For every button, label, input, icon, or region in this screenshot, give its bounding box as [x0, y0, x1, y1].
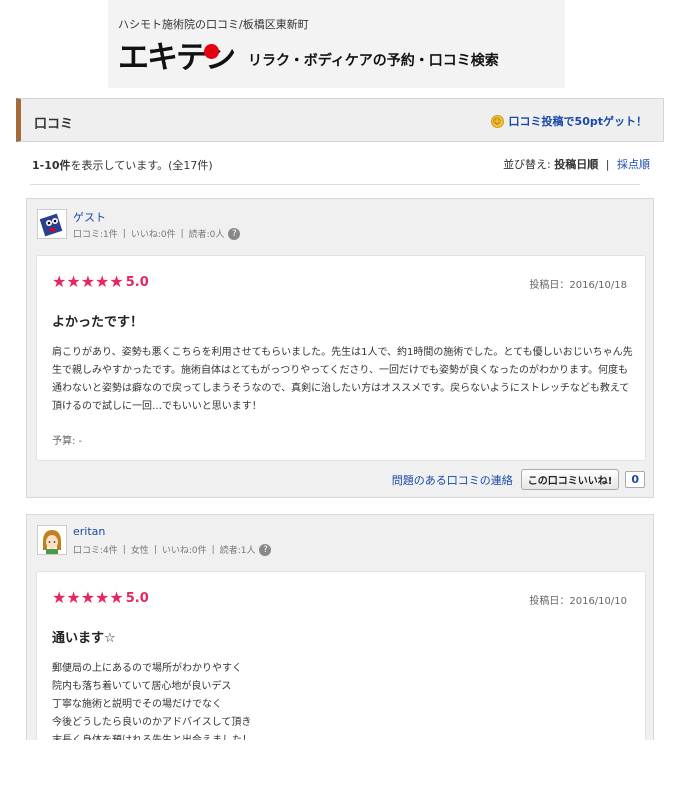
review-item: eritan 口コミ:4件 | 女性 | いいね:0件 | 読者:1人 ? ★ … [26, 514, 654, 740]
review-actions: 問題のある口コミの連絡 この口コミいいね! 0 [392, 469, 645, 490]
user-gender: 女性 [130, 546, 149, 556]
user-review-count: 口コミ:1件 [73, 230, 118, 240]
result-range: 1-10件 [32, 159, 71, 172]
sort-by-date[interactable]: 投稿日順 [554, 158, 598, 171]
user-name[interactable]: ゲスト [73, 209, 106, 225]
user-like-count: いいね:0件 [161, 546, 207, 556]
review-body-line: 末長く身体を預けれる先生と出会えました！ [52, 732, 637, 740]
review-title[interactable]: 通います☆ [52, 627, 116, 646]
post-date: 投稿日：2016/10/18 [529, 280, 627, 291]
review-body: 肩こりがあり、姿勢も悪くこちらを利用させてもらいました。先生は1人で、約1時間の… [52, 347, 633, 412]
reviews-section-header: 口コミ ☺ 口コミ投稿で50ptゲット！ [16, 98, 664, 142]
meta-divider: | [211, 544, 215, 555]
like-review-button[interactable]: この口コミいいね! [520, 469, 620, 490]
meta-divider: | [122, 544, 126, 555]
star-icon: ★ [80, 272, 96, 291]
meta-divider: | [153, 544, 157, 555]
review-body-line: 院内も落ち着いていて居心地が良いデス [52, 681, 232, 692]
post-date: 投稿日：2016/10/10 [529, 596, 627, 607]
result-range-suffix: を表示しています。(全17件) [70, 159, 213, 172]
post-review-link[interactable]: ☺ 口コミ投稿で50ptゲット！ [490, 113, 647, 129]
star-icon: ★ [109, 588, 124, 607]
star-icon: ★ [66, 588, 81, 607]
user-stats: 口コミ:1件 | いいね:0件 | 読者:0人 ? [73, 227, 241, 240]
rating-stars: ★ ★ ★ ★ ★ 5.0 [52, 590, 149, 606]
user-review-count: 口コミ:4件 [73, 546, 118, 556]
avatar[interactable] [37, 209, 67, 239]
review-card: ★ ★ ★ ★ ★ 5.0 投稿日：2016/10/18 よかったです！ 肩こり… [36, 255, 646, 461]
review-body-line: 郵便局の上にあるので場所がわかりやすく [52, 663, 242, 674]
review-item: ゲスト 口コミ:1件 | いいね:0件 | 読者:0人 ? ★ ★ ★ ★ ★ … [26, 198, 654, 498]
sort-label: 並び替え: [503, 158, 551, 171]
logo-red-dot-icon [204, 44, 219, 59]
report-review-link[interactable]: 問題のある口コミの連絡 [392, 472, 513, 488]
star-icon: ★ [109, 272, 124, 291]
avatar[interactable] [37, 525, 67, 555]
help-icon[interactable]: ? [259, 543, 272, 556]
rating-stars: ★ ★ ★ ★ ★ 5.0 [52, 274, 149, 290]
star-icon: ★ [95, 588, 110, 607]
site-banner: ハシモト施術院の口コミ/板橋区東新町 エキテン リラク・ボディケアの予約・口コミ… [108, 0, 565, 88]
review-body: 郵便局の上にあるので場所がわかりやすく 院内も落ち着いていて居心地が良いデス 丁… [52, 660, 637, 740]
result-count: 1-10件を表示しています。(全17件) [32, 157, 213, 173]
rating-value: 5.0 [125, 274, 149, 290]
user-name[interactable]: eritan [73, 525, 105, 538]
post-review-label: 口コミ投稿で50ptゲット！ [508, 115, 647, 128]
meta-divider: | [122, 228, 126, 239]
coin-icon: ☺ [490, 114, 504, 128]
rating-value: 5.0 [125, 590, 149, 606]
section-title: 口コミ [34, 117, 74, 132]
review-title[interactable]: よかったです！ [52, 311, 143, 330]
review-budget: 予算: - [52, 436, 83, 447]
review-card: ★ ★ ★ ★ ★ 5.0 投稿日：2016/10/10 通います☆ 郵便局の上… [36, 571, 646, 740]
user-reader-count: 読者:1人 [219, 546, 256, 556]
sort-divider: | [605, 158, 610, 171]
meta-divider: | [180, 228, 184, 239]
help-icon[interactable]: ? [228, 227, 241, 240]
review-body-line: 丁寧な施術と説明でその場だけでなく [52, 699, 222, 710]
like-count-badge: 0 [625, 471, 645, 488]
user-like-count: いいね:0件 [130, 230, 176, 240]
user-reader-count: 読者:0人 [188, 230, 225, 240]
sort-by-score[interactable]: 採点順 [617, 158, 650, 171]
star-icon: ★ [52, 272, 67, 291]
star-icon: ★ [66, 272, 81, 291]
user-stats: 口コミ:4件 | 女性 | いいね:0件 | 読者:1人 ? [73, 543, 272, 556]
ekiten-logo[interactable]: エキテン [118, 40, 238, 76]
star-icon: ★ [95, 272, 110, 291]
star-icon: ★ [80, 588, 96, 607]
divider [30, 184, 640, 185]
site-tagline: リラク・ボディケアの予約・口コミ検索 [248, 53, 499, 69]
breadcrumb: ハシモト施術院の口コミ/板橋区東新町 [118, 18, 309, 31]
star-icon: ★ [52, 588, 67, 607]
sort-controls: 並び替え: 投稿日順 | 採点順 [503, 156, 650, 172]
review-body-line: 今後どうしたら良いのかアドバイスして頂き [52, 717, 252, 728]
